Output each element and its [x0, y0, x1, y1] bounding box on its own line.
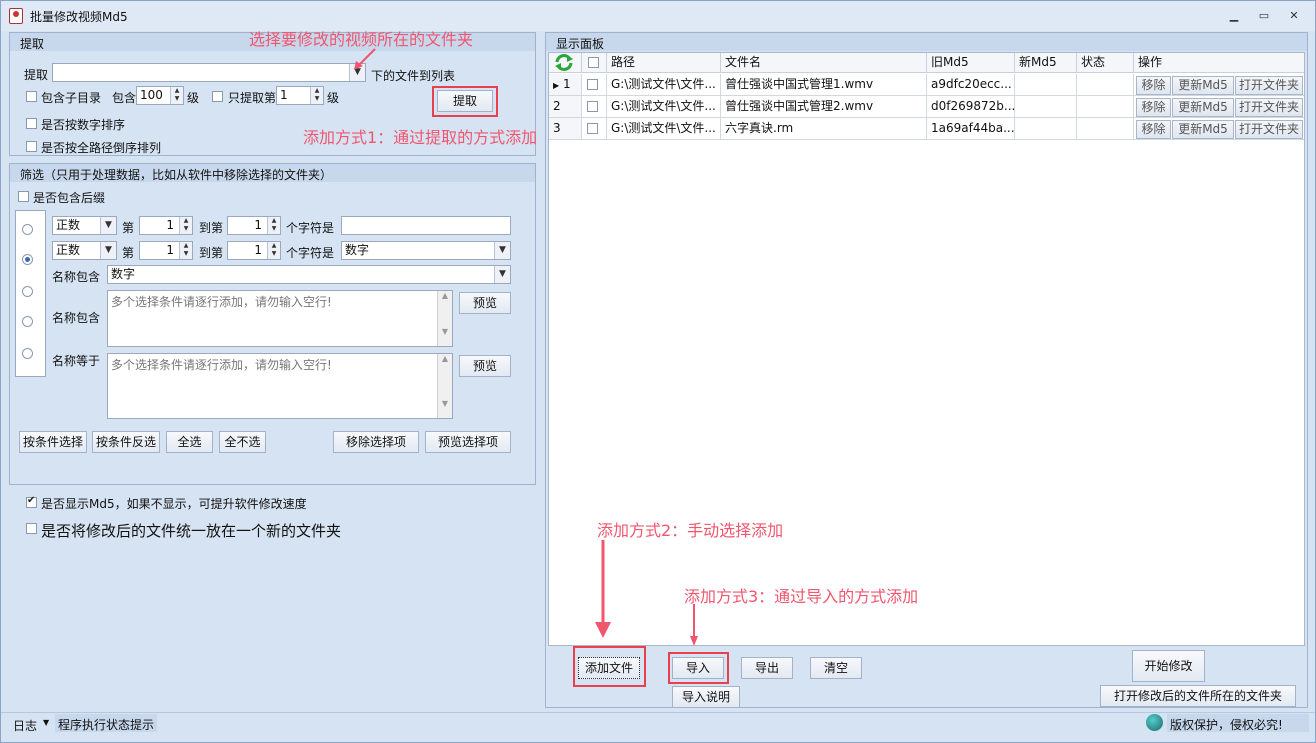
status-hint: 程序执行状态提示: [55, 714, 158, 732]
status-bar: [1, 712, 1315, 742]
arrow-head-3: [690, 636, 698, 646]
arrow-head-2: [595, 622, 611, 638]
globe-icon: [1146, 714, 1163, 731]
copyright-text: 版权保护，侵权必究!: [1167, 714, 1309, 732]
log-dropdown-label[interactable]: 日志: [13, 717, 37, 734]
annotation-arrows: [354, 48, 698, 646]
log-dropdown-icon[interactable]: ▼: [43, 718, 49, 727]
arrow-to-path-input: [359, 48, 376, 65]
